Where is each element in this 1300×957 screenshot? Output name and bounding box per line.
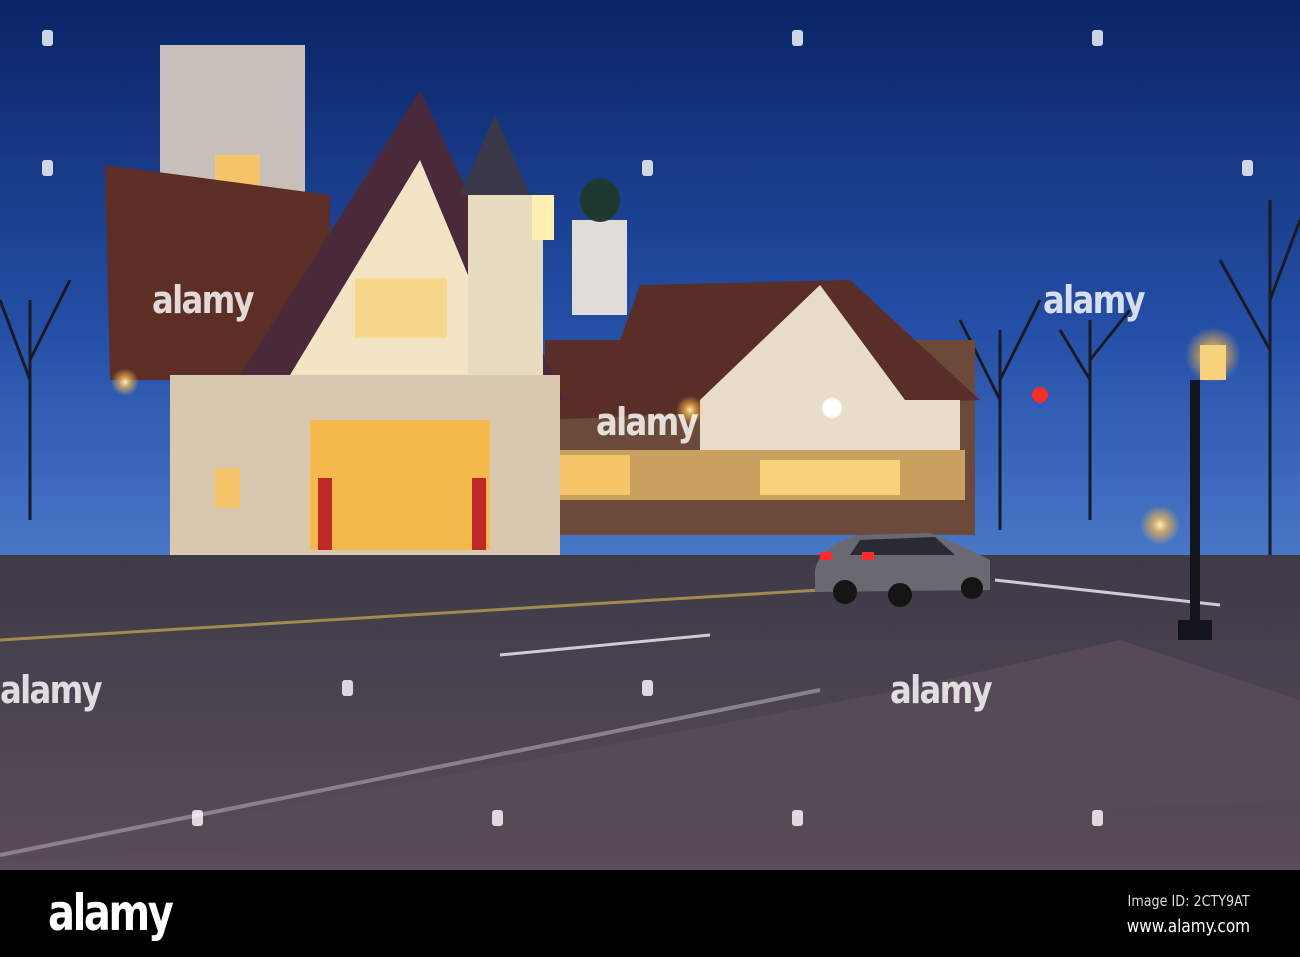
watermark-dot	[1092, 30, 1103, 46]
watermark-alamy: alamy	[1043, 278, 1146, 322]
watermark-dot	[42, 160, 53, 176]
footer-bar: alamy Image ID: 2CTY9AT www.alamy.com	[0, 870, 1300, 957]
watermark-alamy: alamy	[152, 278, 255, 322]
watermark-dot	[642, 680, 653, 696]
watermark-alamy: alamy	[0, 668, 103, 712]
watermark-dot	[792, 810, 803, 826]
watermark-dot	[792, 30, 803, 46]
watermark-dot	[1092, 810, 1103, 826]
watermark-dot	[42, 30, 53, 46]
image-id: Image ID: 2CTY9AT	[1127, 892, 1250, 910]
alamy-logo: alamy	[48, 884, 174, 942]
watermark-alamy: alamy	[890, 668, 993, 712]
watermark-dot	[192, 810, 203, 826]
watermark-dot	[642, 160, 653, 176]
stock-photo-page: alamy alamy alamy alamy alamy alamy Imag…	[0, 0, 1300, 957]
watermark-dot	[1242, 160, 1253, 176]
watermark-alamy: alamy	[596, 400, 699, 444]
watermark-dot	[492, 810, 503, 826]
site-url[interactable]: www.alamy.com	[1127, 916, 1250, 937]
watermark-dot	[342, 680, 353, 696]
